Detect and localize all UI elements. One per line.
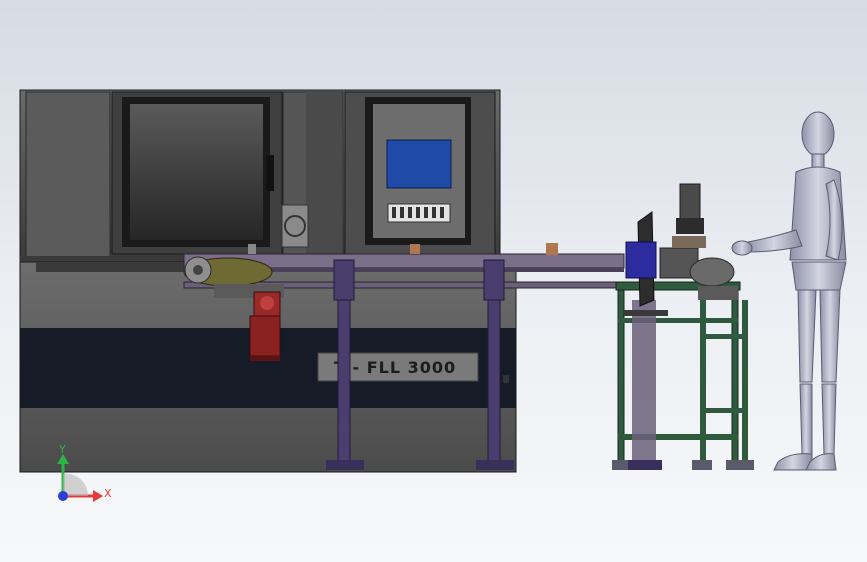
part-block: [546, 243, 558, 255]
y-axis-label: Y: [58, 443, 66, 456]
assembly-scene: T - FLL 3000 Y X: [19, 89, 847, 502]
cad-viewport[interactable]: T - FLL 3000 Y X: [0, 0, 867, 562]
x-axis-label: X: [104, 487, 112, 500]
gear-motor: [249, 291, 281, 361]
brand-label: T - FLL 3000: [334, 358, 456, 377]
hmi-screen: [386, 139, 452, 189]
button-row: [387, 203, 451, 223]
z-axis-dot: [58, 491, 68, 501]
machine-cabinet: [19, 89, 501, 264]
left-door-window: [111, 91, 283, 255]
vent-panel: [281, 204, 309, 248]
human-figure: [731, 111, 847, 471]
control-door: [344, 91, 496, 255]
